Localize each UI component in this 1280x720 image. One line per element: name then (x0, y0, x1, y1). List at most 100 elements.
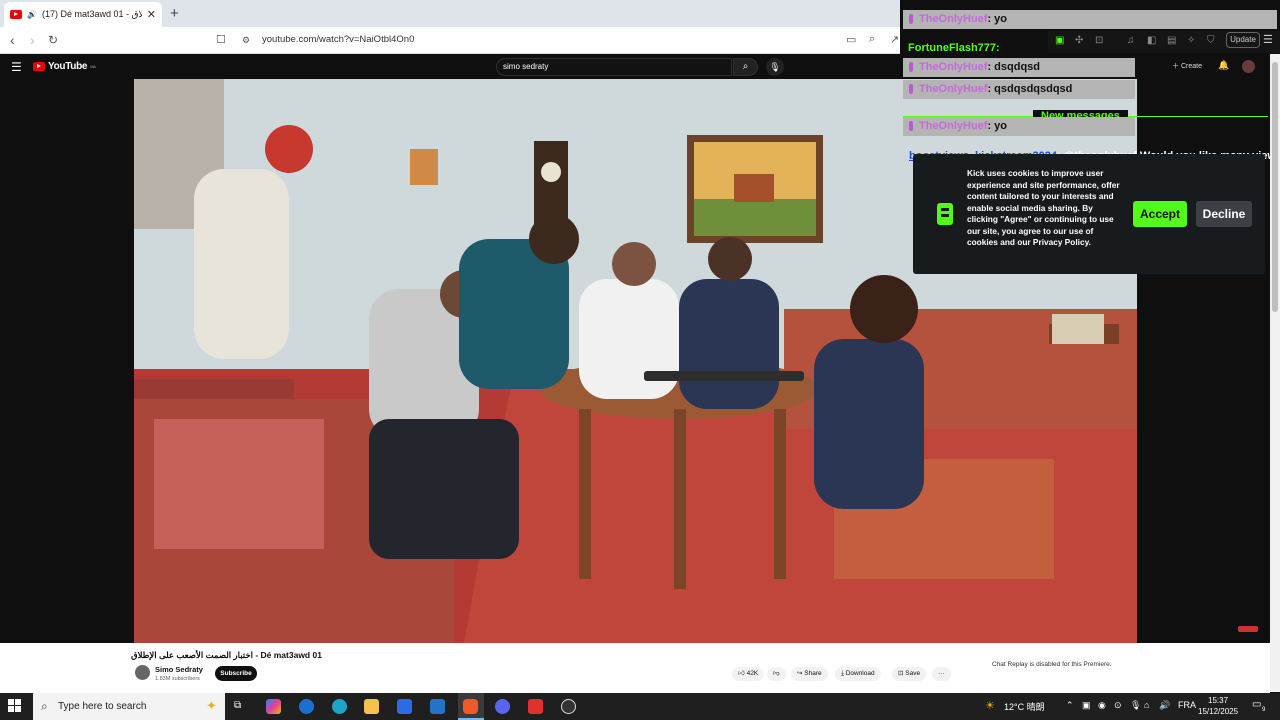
discord-icon[interactable] (495, 699, 510, 714)
accept-button[interactable]: Accept (1133, 201, 1187, 227)
cookie-icon (937, 203, 953, 225)
site-info-icon[interactable]: ⚙ (242, 35, 250, 46)
like-count: 42K (746, 670, 759, 677)
store-icon[interactable] (397, 699, 412, 714)
chat-text: : yo (987, 13, 1008, 25)
search-icon: ⌕ (41, 699, 48, 713)
new-tab-button[interactable]: + (170, 5, 179, 22)
badge-icon (909, 84, 913, 94)
app-icon-red[interactable] (528, 699, 543, 714)
download-label: Download (845, 670, 875, 677)
language-indicator[interactable]: FRA (1178, 700, 1196, 710)
copilot-icon[interactable] (266, 699, 281, 714)
start-button[interactable] (8, 699, 22, 713)
live-badge (1238, 626, 1258, 632)
channel-avatar[interactable] (135, 665, 150, 680)
app-icon[interactable] (299, 699, 314, 714)
close-tab-button[interactable]: ✕ (147, 8, 156, 21)
scrollbar-thumb[interactable] (1272, 62, 1278, 312)
mail-icon[interactable] (430, 699, 445, 714)
tray-overflow-icon[interactable]: ⌃ (1066, 700, 1074, 711)
app-icon-circle[interactable] (561, 699, 576, 714)
chat-overlay: TheOnlyHuef: yo FortuneFlash777: TheOnly… (903, 9, 1280, 162)
brave-taskbar-button[interactable] (458, 693, 484, 720)
weather-text[interactable]: 12°C 晴朗 (1004, 700, 1045, 713)
chat-message: TheOnlyHuef: qsdqsdqsdqsd (903, 80, 1135, 99)
video-info: اختبار الصمت الأصعب على الإطلاق - Dé mat… (0, 643, 1270, 693)
speaker-icon[interactable]: 🔊 (27, 10, 37, 19)
cast-icon[interactable]: ▭ (846, 33, 856, 46)
brave-icon (463, 699, 478, 714)
more-actions-button[interactable]: ··· (932, 667, 951, 681)
like-button[interactable]: 👍︎ 42K (732, 667, 765, 681)
search-button[interactable]: ⌕ (733, 58, 758, 76)
save-label: Save (905, 670, 921, 677)
network-icon[interactable]: ⌂ (1144, 700, 1149, 710)
chat-message: TheOnlyHuef: dsqdqsd (903, 58, 1135, 77)
decline-button[interactable]: Decline (1196, 201, 1252, 227)
clock[interactable]: 15:37 15/12/2025 (1198, 695, 1238, 717)
address-bar: ‹ › ↻ ☐ ⚙ youtube.com/watch?v=NaiOtbl4On… (0, 27, 900, 54)
bookmark-icon[interactable]: ☐ (216, 33, 226, 46)
subscriber-count: 1.83M subscribers (155, 676, 200, 682)
youtube-favicon-icon (10, 10, 22, 19)
chat-username[interactable]: TheOnlyHuef (919, 83, 987, 95)
tab-title: (17) Dé mat3awd 01 - الإطلاق (41, 9, 142, 19)
forward-icon[interactable]: › (30, 32, 35, 48)
chat-text: : dsqdqsd (987, 61, 1041, 73)
channel-name[interactable]: Simo Sedraty (155, 665, 203, 674)
share-icon[interactable]: ↗ (890, 33, 899, 46)
voice-search-button[interactable]: 🎙 (766, 58, 784, 76)
reload-icon[interactable]: ↻ (48, 33, 58, 47)
tray-app-icon[interactable]: ▣ (1082, 700, 1091, 711)
share-button[interactable]: ↪ Share (791, 667, 828, 681)
windows-taskbar: ⌕ Type here to search ✦ ⧉ ☀ 12°C 晴朗 ⌃ ▣ … (0, 693, 1280, 720)
clock-date: 15/12/2025 (1198, 707, 1239, 716)
chat-replay-note: Chat Replay is disabled for this Premier… (992, 661, 1112, 668)
search-highlight-icon: ✦ (206, 698, 217, 713)
tray-app-icon[interactable]: ◉ (1098, 700, 1106, 711)
edge-icon[interactable] (332, 699, 347, 714)
download-icon: ⤓ (841, 670, 844, 677)
dislike-button[interactable]: 👎︎ (767, 667, 786, 681)
thumbs-up-icon: 👍︎ (738, 670, 745, 677)
bookmark-icon: ⊡ (898, 670, 904, 677)
url-field[interactable]: youtube.com/watch?v=NaiOtbl4On0 (262, 34, 414, 45)
chat-username[interactable]: TheOnlyHuef (919, 13, 987, 25)
file-explorer-icon[interactable] (364, 699, 379, 714)
chat-text: : qsdqsdqsdqsd (987, 83, 1073, 95)
chat-message: TheOnlyHuef: yo (903, 10, 1277, 29)
chat-username[interactable]: TheOnlyHuef (919, 120, 987, 132)
task-view-icon[interactable]: ⧉ (234, 700, 241, 711)
youtube-logo-icon (33, 62, 45, 71)
youtube-logo[interactable]: YouTube MA (33, 61, 96, 72)
page-scrollbar[interactable] (1270, 54, 1280, 692)
youtube-logo-text: YouTube (48, 61, 88, 72)
chat-username-fortune[interactable]: FortuneFlash777: (908, 42, 1000, 54)
volume-icon[interactable]: 🔊 (1159, 700, 1170, 711)
taskbar-search-placeholder: Type here to search (58, 701, 147, 712)
clock-time: 15:37 (1208, 696, 1229, 705)
browser-tab-youtube[interactable]: 🔊 (17) Dé mat3awd 01 - الإطلاق ✕ (4, 2, 162, 27)
badge-icon (909, 62, 913, 72)
download-button[interactable]: ⤓ Download (835, 667, 881, 681)
weather-icon: ☀ (985, 700, 995, 712)
search-input[interactable]: simo sedraty (496, 58, 732, 76)
taskbar-search[interactable]: ⌕ Type here to search ✦ (33, 693, 225, 720)
microphone-icon[interactable]: 🎙 (1130, 700, 1141, 711)
tray-app-icon[interactable]: ⊙ (1114, 700, 1122, 711)
cookie-banner: Kick uses cookies to improve user experi… (913, 154, 1265, 274)
browser-tab-strip: 🔊 (17) Dé mat3awd 01 - الإطلاق ✕ + (0, 0, 900, 27)
chat-message: TheOnlyHuef: yo (903, 117, 1135, 136)
save-button[interactable]: ⊡ Save (892, 667, 927, 681)
back-icon[interactable]: ‹ (10, 32, 15, 48)
menu-icon[interactable]: ☰ (11, 60, 22, 74)
search-icon: ⌕ (742, 61, 749, 72)
thumbs-down-icon: 👎︎ (773, 670, 780, 677)
chat-username[interactable]: TheOnlyHuef (919, 61, 987, 73)
share-label: Share (804, 670, 822, 677)
youtube-region: MA (90, 64, 96, 69)
notification-center-icon[interactable]: ▭ (1252, 699, 1261, 710)
zoom-icon[interactable]: ⌕ (869, 33, 875, 46)
subscribe-button[interactable]: Subscribe (215, 666, 257, 681)
